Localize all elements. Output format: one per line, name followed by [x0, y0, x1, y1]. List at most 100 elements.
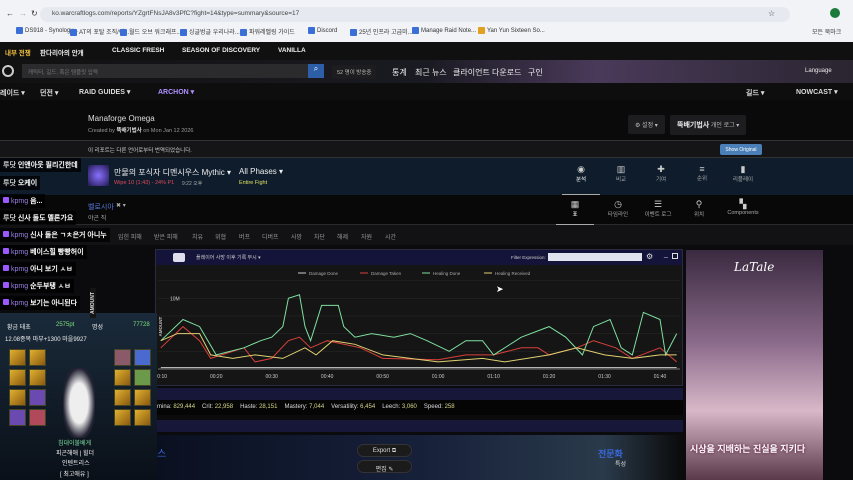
x-tick-label: 01:00	[432, 374, 445, 380]
minimize-icon[interactable]: _	[664, 251, 668, 258]
view-events[interactable]: ☰ 이벤트 로그	[640, 199, 676, 218]
stat-label: Haste:	[240, 404, 258, 410]
boss-icon	[88, 165, 109, 186]
view-label: Components	[727, 210, 759, 216]
tab-contribution[interactable]: ✚ 기여	[643, 164, 679, 183]
bookmark[interactable]: 월드 오브 워크래프...	[120, 27, 182, 36]
game-tab[interactable]: SEASON OF DISCOVERY	[182, 47, 260, 54]
tab-replay[interactable]: ▮ 리플레이	[724, 164, 762, 183]
view-row: 벨로시아 ✖ ▾ 야곤 직 ▦ 표 ◷ 타임라인 ☰ 이벤트 로그 ⚲ 위치 ▚ Comp…	[0, 195, 853, 225]
edit-button[interactable]: 편집 ✎	[357, 460, 412, 473]
overlay-character: 침대이불베게	[58, 441, 92, 447]
star-icon[interactable]: ☆	[768, 9, 775, 18]
nav-download[interactable]: 클라이언트 다운로드	[453, 67, 521, 78]
subscriber-badge-icon	[3, 248, 9, 254]
filter-expression-input[interactable]	[548, 253, 642, 261]
metric-tab[interactable]: 버프	[239, 232, 250, 241]
nav-news[interactable]: 최근 뉴스	[415, 67, 447, 78]
show-original-button[interactable]: Show Original	[720, 144, 762, 155]
subscriber-badge-icon	[3, 197, 9, 203]
legend-label[interactable]: Healing Received	[495, 271, 531, 276]
metric-tab[interactable]: 자원	[361, 232, 372, 241]
game-version-bar: 내부 전쟁 판다리아의 안개 CLASSIC FRESH SEASON OF D…	[0, 42, 853, 60]
metric-tab[interactable]: 치유	[192, 232, 203, 241]
view-label: 표	[572, 212, 578, 218]
metric-tab[interactable]: 입힌 피해	[118, 232, 142, 241]
tab-compare[interactable]: ▥ 비교	[603, 164, 639, 183]
stat-label: mina:	[157, 404, 172, 410]
bookmark[interactable]: Discord	[308, 27, 337, 34]
nav-stats[interactable]: 통계	[392, 67, 407, 78]
phase-select[interactable]: All Phases ▾	[239, 167, 283, 176]
game-tab[interactable]: CLASSIC FRESH	[112, 47, 164, 54]
bookmark[interactable]: 25년 인프라 고급미...	[350, 27, 413, 36]
reload-icon[interactable]: ↻	[31, 9, 38, 18]
player-sub: 야곤 직	[88, 216, 107, 222]
right-item-slots	[114, 349, 151, 426]
tab-analysis[interactable]: ◉ 분석	[562, 164, 600, 195]
profile-avatar[interactable]	[830, 8, 840, 18]
metric-tab[interactable]: 차단	[314, 232, 325, 241]
metric-tab[interactable]: 위협	[215, 232, 226, 241]
legend-label[interactable]: Damage Done	[309, 271, 339, 276]
player-select[interactable]: ✖ ▾	[116, 202, 126, 209]
view-table[interactable]: ▦ 표	[556, 199, 594, 225]
menu-dungeons[interactable]: 던전 ▾	[40, 88, 58, 98]
report-author[interactable]: 뚝배기법사	[116, 128, 141, 134]
bookmark[interactable]: Yan Yun Sixteen So...	[478, 27, 545, 34]
all-bookmarks[interactable]: 모든 북마크	[812, 27, 841, 36]
player-name[interactable]: 벨로시아	[88, 202, 114, 212]
bookmark[interactable]: 싱글벙글 우리나라...	[180, 27, 240, 36]
item-slot	[134, 409, 151, 426]
item-slot	[114, 349, 131, 366]
view-components[interactable]: ▚ Components	[718, 199, 768, 216]
address-bar[interactable]: ko.warcraftlogs.com/reports/YZgrtFNsJA8v…	[40, 7, 790, 22]
metric-tab[interactable]: 시간	[385, 232, 396, 241]
game-tab[interactable]: 내부 전쟁	[5, 47, 31, 57]
view-timeline[interactable]: ◷ 타임라인	[600, 199, 636, 218]
bookmark[interactable]: DS918 - Synology...	[16, 27, 78, 34]
death-filter-select[interactable]: 플레이어 사망 이후 기록 무시 ▾	[196, 254, 261, 261]
bookmark[interactable]: 파워레벨링 가이드	[240, 27, 295, 36]
legend-label[interactable]: Damage Taken	[371, 271, 402, 276]
export-button[interactable]: Export ⧉	[357, 444, 412, 457]
maximize-icon[interactable]	[672, 253, 678, 259]
site-logo[interactable]	[2, 65, 14, 77]
menu-guild[interactable]: 길드 ▾	[746, 88, 764, 98]
back-icon[interactable]: ←	[6, 9, 14, 18]
metric-tab[interactable]: 디버프	[262, 232, 279, 241]
advertisement[interactable]: LaTale 시상을 지배하는 진실을 지키다	[686, 250, 823, 480]
tab-rankings[interactable]: ≡ 순위	[684, 164, 720, 182]
bookmark[interactable]: Manage Raid Note...	[412, 27, 476, 34]
chat-user: kpmg	[11, 300, 29, 307]
series-line-healing-received	[160, 333, 677, 363]
live-streams-button[interactable]: 52 명이 방송중	[332, 65, 377, 79]
overlay-rank: 황금 태초	[7, 325, 31, 331]
created-prefix: Created by	[88, 128, 115, 134]
filter-toggle[interactable]	[173, 253, 185, 262]
metric-tab[interactable]: 사망	[291, 232, 302, 241]
game-tab[interactable]: VANILLA	[278, 47, 306, 54]
menu-raid-guides[interactable]: RAID GUIDES ▾	[79, 88, 130, 96]
settings-button[interactable]: ⚙ 설정 ▾	[628, 115, 665, 134]
subscriber-badge-icon	[3, 231, 9, 237]
owner-button[interactable]: 뚝배기법사 개인 로그 ▾	[670, 115, 747, 135]
forward-icon[interactable]: →	[19, 9, 27, 18]
chart-header: 플레이어 사망 이후 기록 무시 ▾ Filter Expression: ⚙ …	[156, 250, 682, 265]
menu-archon[interactable]: ARCHON ▾	[158, 88, 194, 96]
view-position[interactable]: ⚲ 위치	[681, 199, 717, 218]
search-input[interactable]: 캐릭터, 길드, 혹은 템플릿 입력	[22, 64, 308, 78]
game-tab[interactable]: 판다리아의 안개	[40, 47, 84, 57]
legend-label[interactable]: Healing Done	[433, 271, 461, 276]
user-menu[interactable]: NOWCAST ▾	[796, 88, 838, 96]
gear-icon[interactable]: ⚙	[646, 252, 653, 261]
metric-tab[interactable]: 받은 피해	[154, 232, 178, 241]
search-button[interactable]: ⌕	[308, 64, 324, 78]
menu-raids[interactable]: 레이드 ▾	[0, 88, 25, 98]
language-button[interactable]: Language	[805, 68, 832, 74]
metric-tab[interactable]: 해제	[337, 232, 348, 241]
chat-message: kpmg 보기는 아니된다	[0, 296, 81, 310]
compare-icon: ▥	[616, 164, 626, 174]
fight-select[interactable]: 만물의 포식자 디멘시우스 Mythic ▾	[114, 167, 231, 178]
nav-recruit[interactable]: 구인	[528, 67, 543, 78]
